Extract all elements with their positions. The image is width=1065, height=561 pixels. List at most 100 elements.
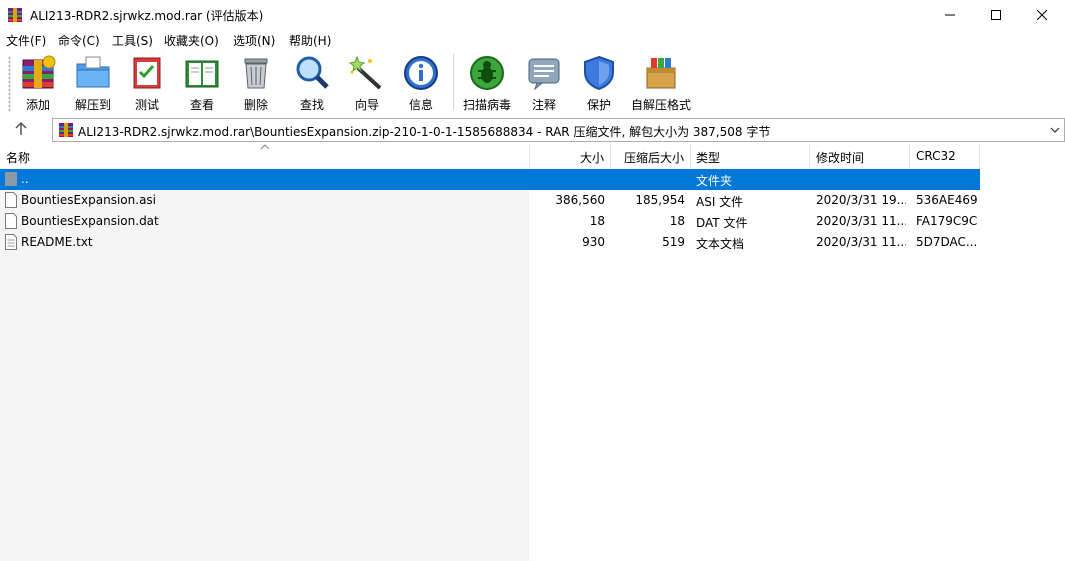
find-button-label: 查找 — [292, 96, 332, 113]
column-header-type[interactable]: 类型 — [691, 144, 810, 168]
menu-tools[interactable]: 工具(S) — [112, 32, 153, 49]
info-button-label: 信息 — [401, 96, 441, 113]
sfx-icon — [642, 54, 680, 92]
menu-favorites[interactable]: 收藏夹(O) — [164, 32, 219, 49]
row-modified: 2020/3/31 19... — [816, 193, 906, 207]
comment-button[interactable]: 注释 — [524, 54, 564, 112]
wizard-button-label: 向导 — [347, 96, 387, 113]
toolbar: 添加 解压到 测试 查看 删除 — [0, 50, 1065, 116]
extract-to-button-label: 解压到 — [70, 96, 116, 113]
row-packed: 519 — [611, 235, 685, 249]
protect-button[interactable]: 保护 — [579, 54, 619, 112]
row-name: BountiesExpansion.asi — [21, 193, 521, 207]
table-row-parent-folder[interactable]: .. 文件夹 — [0, 169, 980, 190]
extract-to-button[interactable]: 解压到 — [70, 54, 116, 112]
add-button-label: 添加 — [18, 96, 58, 113]
sfx-button[interactable]: 自解压格式 — [630, 54, 692, 112]
delete-icon — [237, 54, 275, 92]
toolbar-separator — [453, 54, 454, 110]
comment-button-label: 注释 — [524, 96, 564, 113]
row-type: DAT 文件 — [696, 214, 806, 231]
virus-scan-icon — [468, 54, 506, 92]
column-header-type-label: 类型 — [696, 149, 720, 166]
close-button[interactable] — [1019, 0, 1065, 30]
address-bar[interactable]: ALI213-RDR2.sjrwkz.mod.rar\BountiesExpan… — [52, 118, 1065, 142]
extract-to-icon — [74, 54, 112, 92]
view-button-label: 查看 — [180, 96, 224, 113]
toolbar-grip[interactable] — [8, 56, 11, 112]
menu-file[interactable]: 文件(F) — [6, 32, 46, 49]
file-icon — [5, 213, 17, 229]
column-header-size[interactable]: 大小 — [530, 144, 611, 168]
wizard-button[interactable]: 向导 — [347, 54, 387, 112]
row-modified: 2020/3/31 11... — [816, 235, 906, 249]
column-header-name-label: 名称 — [6, 149, 30, 166]
row-size: 386,560 — [530, 193, 605, 207]
column-header-modified-label: 修改时间 — [816, 149, 864, 166]
address-path: ALI213-RDR2.sjrwkz.mod.rar\BountiesExpan… — [78, 123, 770, 140]
maximize-button[interactable] — [973, 0, 1019, 30]
row-type: ASI 文件 — [696, 193, 806, 210]
column-header-modified[interactable]: 修改时间 — [810, 144, 910, 168]
window-title: ALI213-RDR2.sjrwkz.mod.rar (评估版本) — [30, 7, 263, 24]
menu-help[interactable]: 帮助(H) — [289, 32, 331, 49]
minimize-button[interactable] — [927, 0, 973, 30]
minimize-icon — [945, 10, 955, 20]
test-icon — [128, 54, 166, 92]
view-button[interactable]: 查看 — [180, 54, 224, 112]
row-name: README.txt — [21, 235, 521, 249]
menu-commands[interactable]: 命令(C) — [58, 32, 100, 49]
delete-button[interactable]: 删除 — [236, 54, 276, 112]
column-header-crc[interactable]: CRC32 — [910, 144, 980, 168]
test-button[interactable]: 测试 — [127, 54, 167, 112]
test-button-label: 测试 — [127, 96, 167, 113]
row-modified: 2020/3/31 11... — [816, 214, 906, 228]
list-header: 名称 大小 压缩后大小 类型 修改时间 CRC32 — [0, 144, 1065, 168]
virus-scan-button-label: 扫描病毒 — [460, 96, 514, 113]
info-button[interactable]: 信息 — [401, 54, 441, 112]
column-header-name[interactable]: 名称 — [0, 144, 530, 168]
column-header-crc-label: CRC32 — [916, 149, 956, 163]
menu-bar: 文件(F) 命令(C) 工具(S) 收藏夹(O) 选项(N) 帮助(H) — [0, 30, 1065, 50]
sfx-button-label: 自解压格式 — [630, 96, 692, 113]
row-type: 文件夹 — [696, 172, 806, 189]
up-one-level-button[interactable] — [10, 119, 32, 139]
table-row[interactable]: README.txt 930 519 文本文档 2020/3/31 11... … — [0, 232, 980, 253]
row-size: 18 — [530, 214, 605, 228]
column-header-size-label: 大小 — [580, 149, 604, 166]
menu-options[interactable]: 选项(N) — [233, 32, 275, 49]
add-button[interactable]: 添加 — [18, 54, 58, 112]
row-size: 930 — [530, 235, 605, 249]
text-file-icon — [5, 234, 17, 250]
comment-icon — [525, 54, 563, 92]
find-icon — [293, 54, 331, 92]
view-icon — [183, 54, 221, 92]
virus-scan-button[interactable]: 扫描病毒 — [460, 54, 514, 112]
row-crc: 5D7DAC... — [916, 235, 978, 249]
row-packed: 185,954 — [611, 193, 685, 207]
table-row[interactable]: BountiesExpansion.dat 18 18 DAT 文件 2020/… — [0, 211, 980, 232]
arrow-up-icon — [10, 119, 32, 139]
row-crc: 536AE469 — [916, 193, 978, 207]
table-row[interactable]: BountiesExpansion.asi 386,560 185,954 AS… — [0, 190, 980, 211]
row-packed: 18 — [611, 214, 685, 228]
find-button[interactable]: 查找 — [292, 54, 332, 112]
file-icon — [5, 192, 17, 208]
column-header-packed[interactable]: 压缩后大小 — [611, 144, 691, 168]
rar-archive-icon — [58, 122, 74, 138]
maximize-icon — [991, 10, 1001, 20]
title-bar: ALI213-RDR2.sjrwkz.mod.rar (评估版本) — [0, 0, 1065, 30]
protect-icon — [580, 54, 618, 92]
wizard-icon — [348, 54, 386, 92]
row-crc: FA179C9C — [916, 214, 978, 228]
add-archive-icon — [19, 54, 57, 92]
protect-button-label: 保护 — [579, 96, 619, 113]
parent-folder-icon — [5, 171, 17, 187]
winrar-app-icon — [7, 7, 23, 23]
chevron-down-icon[interactable] — [1047, 122, 1063, 138]
row-name: BountiesExpansion.dat — [21, 214, 521, 228]
close-icon — [1037, 10, 1047, 20]
row-name: .. — [21, 172, 521, 186]
row-type: 文本文档 — [696, 235, 806, 252]
column-header-packed-label: 压缩后大小 — [624, 149, 684, 166]
